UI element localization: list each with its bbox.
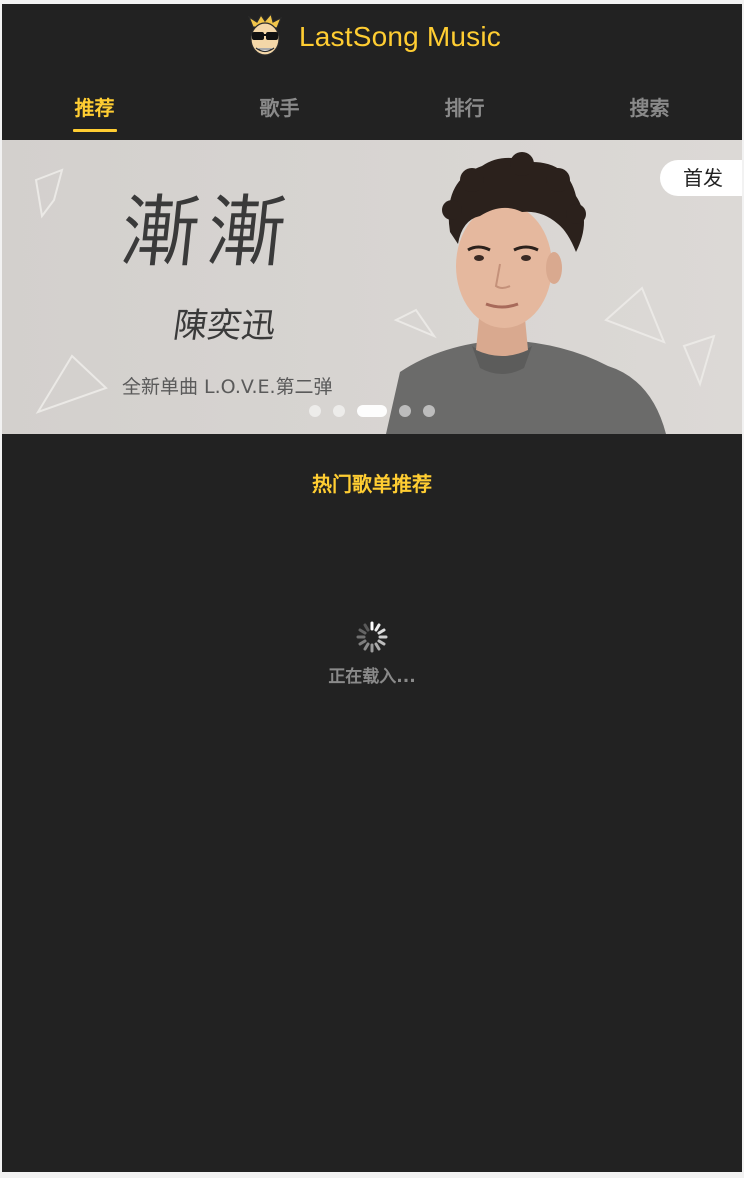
tab-label: 排行 (444, 96, 485, 120)
app-title: LastSong Music (298, 21, 501, 52)
banner-slider[interactable]: 漸漸 陳奕迅 全新单曲 L.O.V.E.第二弹 首发 (2, 140, 742, 434)
tab-label: 歌手 (259, 96, 300, 120)
tab-search[interactable]: 搜索 (557, 70, 742, 140)
banner-subtitle: 全新单曲 L.O.V.E.第二弹 (122, 376, 333, 398)
slider-dot[interactable] (333, 405, 345, 417)
slider-pagination (2, 404, 742, 418)
tab-rank[interactable]: 排行 (372, 70, 557, 140)
app-container: LastSong Music 推荐 歌手 排行 搜索 漸漸 陳奕迅 全新单曲 L… (2, 4, 742, 1172)
tab-label: 推荐 (74, 96, 115, 120)
tab-recommend[interactable]: 推荐 (2, 70, 187, 140)
active-tab-indicator (72, 129, 117, 132)
banner-artist-name: 陳奕迅 (170, 306, 279, 346)
premiere-badge: 首发 (660, 160, 742, 196)
hot-playlist-heading: 热门歌单推荐 (312, 472, 432, 496)
slider-dot[interactable] (309, 405, 321, 417)
cartoon-mascot-logo-icon (247, 13, 283, 56)
loading-indicator: 正在载入... (2, 620, 742, 687)
slider-dot[interactable] (423, 405, 435, 417)
banner-artwork (2, 140, 742, 434)
loading-text: 正在载入... (328, 667, 416, 687)
tab-singer[interactable]: 歌手 (187, 70, 372, 140)
banner-song-title: 漸漸 (116, 188, 299, 278)
slider-dot[interactable] (399, 405, 411, 417)
slider-dot-active[interactable] (357, 405, 387, 417)
app-header: LastSong Music (2, 4, 742, 70)
tab-label: 搜索 (629, 96, 670, 120)
tab-bar: 推荐 歌手 排行 搜索 (2, 70, 742, 140)
spinner-icon (356, 621, 388, 653)
